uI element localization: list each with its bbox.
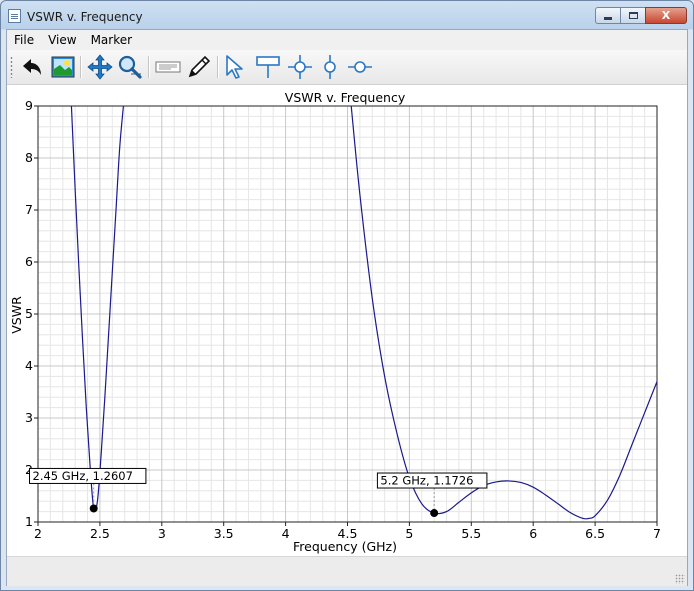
back-arrow-icon xyxy=(23,59,41,75)
x-tick-label: 3 xyxy=(158,526,166,541)
x-tick-label: 6 xyxy=(529,526,537,541)
status-bar xyxy=(7,556,687,586)
marker-flag-icon xyxy=(256,56,280,78)
zoom-magnifier-icon xyxy=(118,55,142,79)
menu-bar: File View Marker xyxy=(7,30,687,50)
horizontal-marker-button[interactable] xyxy=(347,54,373,80)
marker-label: 2.45 GHz, 1.2607 xyxy=(33,469,133,483)
back-button[interactable] xyxy=(19,54,45,80)
caption-buttons: X xyxy=(595,7,687,25)
app-icon xyxy=(8,9,21,23)
pan-button[interactable] xyxy=(87,54,113,80)
x-tick-label: 5.5 xyxy=(461,526,481,541)
x-tick-label: 4 xyxy=(282,526,290,541)
edit-textbox-icon xyxy=(155,61,181,73)
maximize-button[interactable] xyxy=(620,7,645,24)
x-tick-label: 2.5 xyxy=(90,526,110,541)
window-title: VSWR v. Frequency xyxy=(27,10,143,24)
crosshair-marker-button[interactable] xyxy=(287,54,313,80)
x-axis-label: Frequency (GHz) xyxy=(293,539,397,554)
marker-horizontal-icon xyxy=(348,61,372,73)
x-tick-label: 5 xyxy=(405,526,413,541)
y-tick-label: 5 xyxy=(25,306,33,321)
chart-title: VSWR v. Frequency xyxy=(285,90,406,105)
app-window: VSWR v. Frequency X File View Marker 2 2… xyxy=(0,0,694,591)
vswr-chart[interactable]: 22.533.544.555.566.57 123456789 2.45 GHz… xyxy=(7,85,687,556)
marker-dot xyxy=(430,509,439,518)
select-button[interactable] xyxy=(223,54,249,80)
menu-marker[interactable]: Marker xyxy=(84,33,139,47)
y-tick-label: 8 xyxy=(25,150,33,165)
y-tick-label: 3 xyxy=(25,410,33,425)
zoom-button[interactable] xyxy=(117,54,143,80)
marker-label: 5.2 GHz, 1.1726 xyxy=(380,474,473,488)
textbox-button[interactable] xyxy=(155,54,181,80)
plot-canvas[interactable]: 22.533.544.555.566.57 123456789 2.45 GHz… xyxy=(7,85,687,556)
vswr-curve xyxy=(70,106,125,512)
marker-dot xyxy=(89,504,98,513)
menu-view[interactable]: View xyxy=(41,33,83,47)
y-tick-label: 4 xyxy=(25,358,33,373)
toolbar-separator xyxy=(80,56,82,78)
minimize-icon xyxy=(604,17,612,20)
client-area: File View Marker 2 2.5 3 3.5 4 4.5 5 5.5… xyxy=(6,29,688,586)
export-image-button[interactable] xyxy=(50,54,76,80)
toolbar-separator xyxy=(217,56,219,78)
flag-marker-button[interactable] xyxy=(255,54,281,80)
toolbar-grip[interactable] xyxy=(10,56,13,78)
y-tick-label: 1 xyxy=(25,514,33,529)
pencil-icon xyxy=(188,55,211,78)
y-tick-label: 7 xyxy=(25,202,33,217)
toolbar-separator xyxy=(148,56,150,78)
y-axis-label: VSWR xyxy=(9,296,24,334)
close-icon: X xyxy=(661,9,671,22)
vertical-marker-button[interactable] xyxy=(317,54,343,80)
title-bar[interactable]: VSWR v. Frequency X xyxy=(1,1,693,29)
pencil-button[interactable] xyxy=(186,54,212,80)
minimize-button[interactable] xyxy=(595,7,620,24)
x-tick-label: 2 xyxy=(34,526,42,541)
x-tick-label: 6.5 xyxy=(585,526,605,541)
resize-grip[interactable] xyxy=(675,574,685,584)
x-tick-label: 7 xyxy=(653,526,661,541)
y-axis-ticks: 123456789 xyxy=(25,98,38,529)
y-tick-label: 9 xyxy=(25,98,33,113)
toolbar xyxy=(7,50,687,85)
x-tick-label: 3.5 xyxy=(214,526,234,541)
marker-crosshair-icon xyxy=(288,55,312,79)
y-tick-label: 6 xyxy=(25,254,33,269)
maximize-icon xyxy=(628,12,638,19)
pan-move-icon xyxy=(87,54,113,80)
image-export-icon xyxy=(51,56,75,78)
pointer-select-icon xyxy=(226,55,243,79)
close-button[interactable]: X xyxy=(645,7,687,24)
menu-file[interactable]: File xyxy=(7,33,41,47)
marker-vertical-icon xyxy=(324,55,336,79)
